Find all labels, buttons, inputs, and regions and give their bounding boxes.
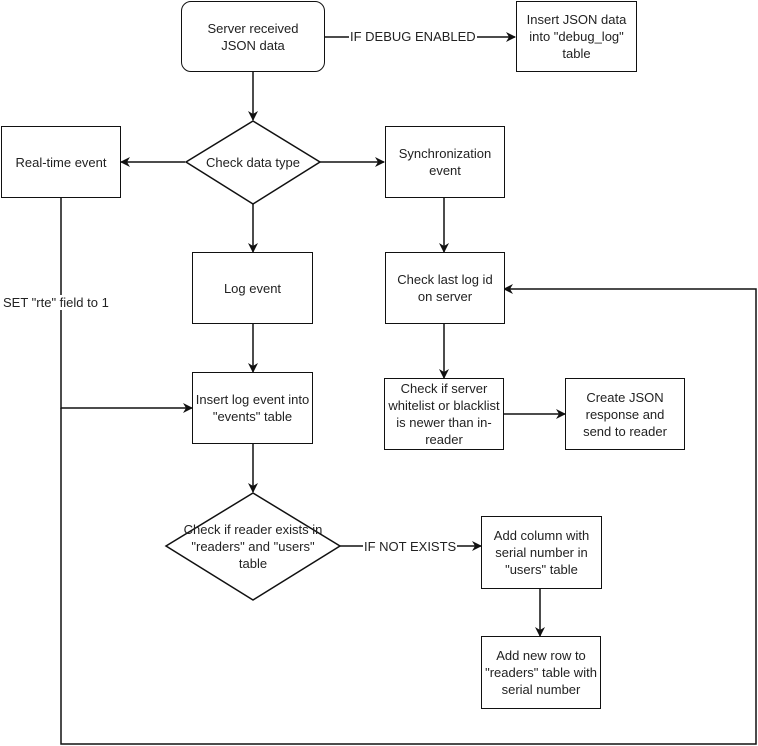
node-add-row: Add new row to "readers" table with seri…: [481, 636, 601, 709]
node-log-event: Log event: [192, 252, 313, 324]
node-label: Add column with serial number in "users"…: [493, 528, 590, 577]
node-label: Log event: [223, 280, 282, 296]
node-label: Create JSON response and send to reader: [583, 389, 667, 439]
edge-label-debug: IF DEBUG ENABLED: [349, 29, 477, 44]
node-label: Server received JSON data: [207, 20, 299, 53]
node-realtime-event: Real-time event: [1, 126, 121, 198]
node-label: Add new row to "readers" table with seri…: [485, 648, 597, 697]
node-label: Check if server whitelist or blacklist i…: [388, 381, 500, 447]
node-label: Synchronization event: [398, 146, 492, 178]
connector-layer: [60, 32, 757, 745]
node-check-lists: Check if server whitelist or blacklist i…: [384, 378, 504, 450]
node-label: Real-time event: [15, 154, 107, 170]
node-add-column: Add column with serial number in "users"…: [481, 516, 602, 589]
edge-label-not-exists: IF NOT EXISTS: [363, 539, 458, 554]
edge-loop-to-check-last-log: [60, 284, 757, 745]
node-label: Check data type: [206, 154, 300, 170]
node-label: Check if reader exists in "readers" and …: [183, 521, 323, 571]
node-label: Check last log id on server: [397, 272, 493, 304]
node-check-data-type: Check data type: [186, 140, 320, 184]
node-check-reader: Check if reader exists in "readers" and …: [166, 518, 340, 574]
node-debug-insert: Insert JSON data into "debug_log" table: [516, 1, 637, 72]
node-label: Insert log event into "events" table: [195, 392, 310, 424]
node-check-last-log: Check last log id on server: [385, 252, 505, 324]
node-label: Insert JSON data into "debug_log" table: [526, 12, 627, 61]
node-server-received: Server received JSON data: [181, 1, 325, 72]
node-create-response: Create JSON response and send to reader: [565, 378, 685, 450]
flowchart-canvas: Server received JSON data Insert JSON da…: [0, 0, 758, 746]
node-sync-event: Synchronization event: [385, 126, 505, 198]
node-insert-events: Insert log event into "events" table: [192, 372, 313, 444]
edge-label-rte: SET "rte" field to 1: [2, 295, 110, 310]
